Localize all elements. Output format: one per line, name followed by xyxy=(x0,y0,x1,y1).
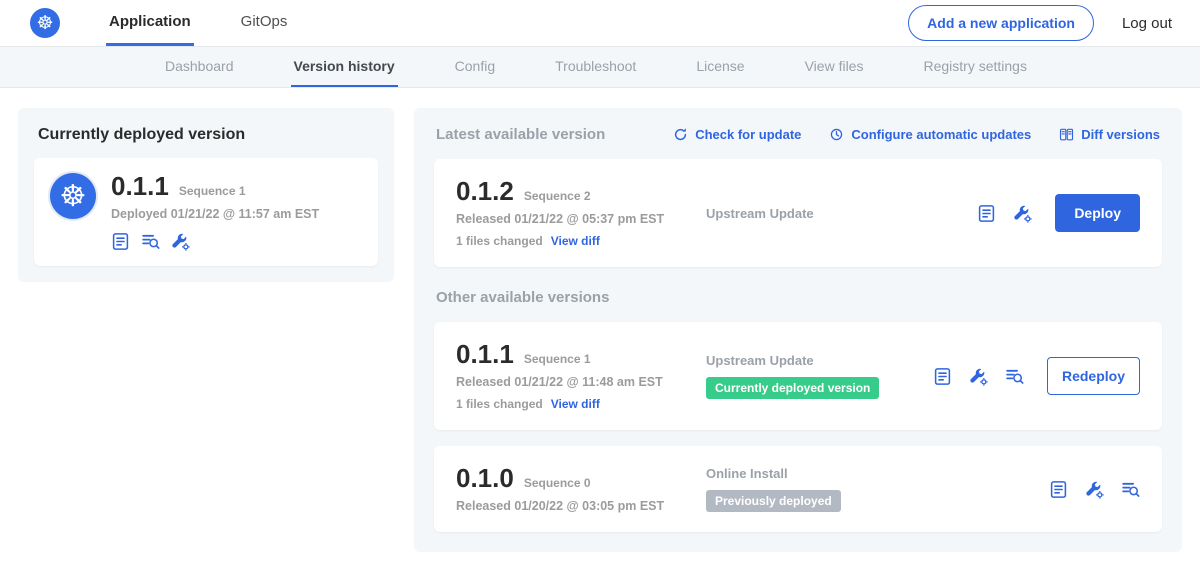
version-actions xyxy=(1049,480,1140,499)
deploy-logs-icon[interactable] xyxy=(1005,367,1024,386)
subnav-item-registry-settings[interactable]: Registry settings xyxy=(920,47,1029,87)
add-new-application-button[interactable]: Add a new application xyxy=(908,5,1094,41)
header-right: Add a new application Log out xyxy=(908,5,1172,41)
subnav-item-version-history[interactable]: Version history xyxy=(291,47,398,87)
view-diff-link[interactable]: View diff xyxy=(551,397,600,411)
available-versions-panel: Latest available version Check for updat… xyxy=(414,108,1182,552)
sequence-label: Sequence 0 xyxy=(524,476,591,490)
version-number: 0.1.1 xyxy=(456,341,514,367)
currently-deployed-panel: Currently deployed version ☸ 0.1.1 Seque… xyxy=(18,108,394,282)
files-changed-label: 1 files changed xyxy=(456,234,543,248)
tab-application[interactable]: Application xyxy=(106,0,194,46)
subnav-item-config[interactable]: Config xyxy=(452,47,498,87)
tab-gitops[interactable]: GitOps xyxy=(238,0,291,46)
subnav-item-dashboard[interactable]: Dashboard xyxy=(162,47,237,87)
version-source: Upstream Update Currently deployed versi… xyxy=(706,353,933,399)
deployed-version-details: 0.1.1 Sequence 1 Deployed 01/21/22 @ 11:… xyxy=(111,173,319,251)
version-source: Upstream Update xyxy=(706,206,977,221)
source-label: Upstream Update xyxy=(706,353,814,368)
edit-config-icon[interactable] xyxy=(969,367,988,386)
released-timestamp: Released 01/21/22 @ 11:48 am EST xyxy=(456,375,706,389)
subnav-item-view-files[interactable]: View files xyxy=(802,47,867,87)
version-card: 0.1.0 Sequence 0 Released 01/20/22 @ 03:… xyxy=(434,446,1162,532)
previously-deployed-badge: Previously deployed xyxy=(706,490,841,512)
auto-updates-clock-icon xyxy=(829,127,844,142)
currently-deployed-title: Currently deployed version xyxy=(38,126,378,144)
version-number: 0.1.2 xyxy=(456,178,514,204)
deployed-timestamp: Deployed 01/21/22 @ 11:57 am EST xyxy=(111,207,319,221)
subnav-item-license[interactable]: License xyxy=(693,47,747,87)
edit-config-icon[interactable] xyxy=(171,232,190,251)
check-for-update-link[interactable]: Check for update xyxy=(673,127,801,142)
panel-action-links: Check for update Configure automatic upd… xyxy=(673,127,1160,142)
diff-icon xyxy=(1059,127,1074,142)
release-notes-icon[interactable] xyxy=(111,232,130,251)
version-number: 0.1.0 xyxy=(456,465,514,491)
deployed-version-card: ☸ 0.1.1 Sequence 1 Deployed 01/21/22 @ 1… xyxy=(34,158,378,266)
check-for-update-label: Check for update xyxy=(695,127,801,142)
version-source: Online Install Previously deployed xyxy=(706,466,1049,512)
version-card-latest: 0.1.2 Sequence 2 Released 01/21/22 @ 05:… xyxy=(434,159,1162,267)
deployed-card-actions xyxy=(111,232,319,251)
main-content: Currently deployed version ☸ 0.1.1 Seque… xyxy=(0,88,1200,572)
redeploy-button[interactable]: Redeploy xyxy=(1047,357,1140,395)
refresh-icon xyxy=(673,127,688,142)
version-actions: Deploy xyxy=(977,194,1140,232)
header-tabs: Application GitOps xyxy=(106,0,334,46)
view-diff-link[interactable]: View diff xyxy=(551,234,600,248)
latest-available-title: Latest available version xyxy=(436,126,605,143)
configure-automatic-updates-link[interactable]: Configure automatic updates xyxy=(829,127,1031,142)
version-card: 0.1.1 Sequence 1 Released 01/21/22 @ 11:… xyxy=(434,322,1162,430)
released-timestamp: Released 01/20/22 @ 03:05 pm EST xyxy=(456,499,706,513)
sequence-label: Sequence 2 xyxy=(524,189,591,203)
release-notes-icon[interactable] xyxy=(1049,480,1068,499)
deployed-sequence-label: Sequence 1 xyxy=(179,184,246,198)
release-notes-icon[interactable] xyxy=(933,367,952,386)
deploy-button[interactable]: Deploy xyxy=(1055,194,1140,232)
version-info: 0.1.1 Sequence 1 Released 01/21/22 @ 11:… xyxy=(456,341,706,411)
deploy-logs-icon[interactable] xyxy=(1121,480,1140,499)
edit-config-icon[interactable] xyxy=(1085,480,1104,499)
logout-link[interactable]: Log out xyxy=(1122,15,1172,32)
edit-config-icon[interactable] xyxy=(1013,204,1032,223)
other-available-versions-title: Other available versions xyxy=(436,289,1160,306)
app-kubernetes-icon: ☸ xyxy=(50,173,96,219)
configure-automatic-updates-label: Configure automatic updates xyxy=(851,127,1031,142)
subnav-item-troubleshoot[interactable]: Troubleshoot xyxy=(552,47,639,87)
app-header: ☸ Application GitOps Add a new applicati… xyxy=(0,0,1200,47)
released-timestamp: Released 01/21/22 @ 05:37 pm EST xyxy=(456,212,706,226)
deploy-logs-icon[interactable] xyxy=(141,232,160,251)
diff-versions-label: Diff versions xyxy=(1081,127,1160,142)
currently-deployed-badge: Currently deployed version xyxy=(706,377,879,399)
kubernetes-logo-icon: ☸ xyxy=(30,8,60,38)
release-notes-icon[interactable] xyxy=(977,204,996,223)
version-actions: Redeploy xyxy=(933,357,1140,395)
source-label: Upstream Update xyxy=(706,206,814,221)
version-info: 0.1.2 Sequence 2 Released 01/21/22 @ 05:… xyxy=(456,178,706,248)
sequence-label: Sequence 1 xyxy=(524,352,591,366)
app-subnav: Dashboard Version history Config Trouble… xyxy=(0,47,1200,88)
version-info: 0.1.0 Sequence 0 Released 01/20/22 @ 03:… xyxy=(456,465,706,513)
available-panel-header: Latest available version Check for updat… xyxy=(436,126,1160,143)
files-changed-label: 1 files changed xyxy=(456,397,543,411)
source-label: Online Install xyxy=(706,466,788,481)
diff-versions-link[interactable]: Diff versions xyxy=(1059,127,1160,142)
deployed-version-number: 0.1.1 xyxy=(111,173,169,199)
